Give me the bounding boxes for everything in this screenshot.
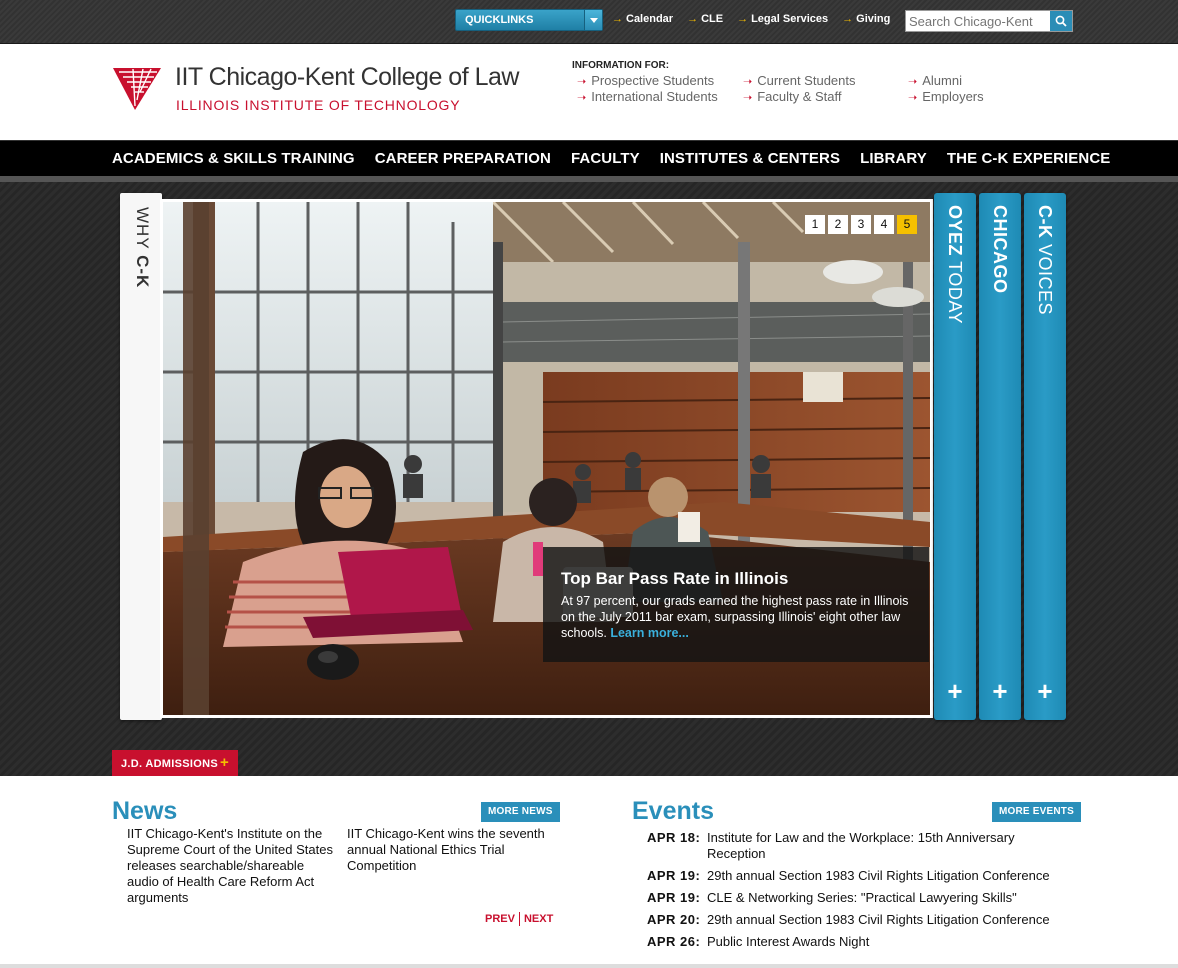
audience-link-employers[interactable]: ➝ Employers: [908, 89, 984, 104]
news-pagination: PREV NEXT: [485, 912, 553, 926]
side-tab-label: TODAY: [945, 256, 965, 325]
slide-page-3[interactable]: 3: [851, 215, 871, 234]
side-tab-label-bold: C-K: [1035, 205, 1055, 239]
side-tab-label-bold: OYEZ: [945, 205, 965, 257]
search-button[interactable]: [1050, 11, 1072, 31]
arrow-right-icon: →: [687, 13, 699, 25]
utility-bar: QUICKLINKS → Calendar → CLE → Legal Service…: [0, 0, 1178, 44]
arrow-right-icon: ➝: [577, 92, 587, 104]
main-navigation: ACADEMICS & SKILLS TRAINING CAREER PREPA…: [0, 140, 1178, 176]
event-item[interactable]: APR 19: CLE & Networking Series: "Practi…: [647, 890, 1067, 906]
audience-link-alumni[interactable]: ➝ Alumni: [908, 73, 962, 88]
news-item[interactable]: IIT Chicago-Kent's Institute on the Supr…: [127, 826, 337, 906]
slide-pager: 1 2 3 4 5: [805, 215, 917, 234]
arrow-right-icon: ➝: [743, 92, 753, 104]
event-date: APR 19:: [647, 868, 701, 883]
why-ck-label: WHY: [133, 207, 152, 256]
jd-admissions-label: J.D. ADMISSIONS: [121, 758, 218, 770]
event-date: APR 26:: [647, 934, 701, 949]
side-tab-chicago[interactable]: CHICAGO +: [979, 193, 1021, 720]
search-box: [905, 10, 1073, 32]
event-title: 29th annual Section 1983 Civil Rights Li…: [707, 868, 1050, 883]
slide-caption: Top Bar Pass Rate in Illinois At 97 perc…: [543, 547, 929, 662]
why-ck-label-bold: C-K: [133, 255, 152, 289]
utility-link-giving[interactable]: → Giving: [842, 13, 890, 25]
divider: [518, 912, 520, 926]
audience-links: ➝ Prospective Students ➝ International Stu…: [577, 73, 1017, 107]
event-date: APR 20:: [647, 912, 701, 927]
events-heading: Events: [632, 797, 714, 825]
arrow-right-icon: ➝: [908, 76, 918, 88]
news-heading: News: [112, 797, 178, 825]
plus-icon[interactable]: +: [1024, 678, 1066, 704]
arrow-right-icon: →: [842, 13, 854, 25]
slide-page-2[interactable]: 2: [828, 215, 848, 234]
events-list: APR 18: Institute for Law and the Workpl…: [647, 830, 1067, 956]
event-item[interactable]: APR 26: Public Interest Awards Night: [647, 934, 1067, 950]
news-prev-link[interactable]: PREV: [485, 913, 515, 925]
slide-page-4[interactable]: 4: [874, 215, 894, 234]
arrow-right-icon: →: [612, 13, 623, 25]
event-item[interactable]: APR 19: 29th annual Section 1983 Civil R…: [647, 868, 1067, 884]
learn-more-link[interactable]: Learn more...: [610, 626, 689, 640]
arrow-right-icon: →: [737, 13, 749, 25]
event-title: 29th annual Section 1983 Civil Rights Li…: [707, 912, 1050, 927]
footer-divider: [0, 964, 1178, 968]
chevron-down-icon[interactable]: [584, 10, 602, 30]
arrow-right-icon: ➝: [577, 76, 587, 88]
search-input[interactable]: [906, 11, 1050, 31]
utility-link-legal-services[interactable]: → Legal Services: [737, 13, 828, 25]
more-events-button[interactable]: MORE EVENTS: [992, 802, 1081, 822]
event-title: Public Interest Awards Night: [707, 934, 870, 949]
plus-icon[interactable]: +: [979, 678, 1021, 704]
event-date: APR 18:: [647, 830, 701, 845]
slide-page-1[interactable]: 1: [805, 215, 825, 234]
audience-link-international-students[interactable]: ➝ International Students: [577, 89, 718, 104]
audience-link-prospective-students[interactable]: ➝ Prospective Students: [577, 73, 714, 88]
caption-body: At 97 percent, our grads earned the high…: [561, 593, 911, 641]
plus-icon: +: [220, 754, 230, 771]
audience-link-faculty-staff[interactable]: ➝ Faculty & Staff: [743, 89, 842, 104]
nav-item-ck-experience[interactable]: THE C-K EXPERIENCE: [947, 150, 1111, 167]
plus-icon[interactable]: +: [934, 678, 976, 704]
why-ck-tab[interactable]: WHY C-K: [120, 193, 169, 720]
nav-item-faculty[interactable]: FACULTY: [571, 150, 640, 167]
nav-item-academics[interactable]: ACADEMICS & SKILLS TRAINING: [112, 150, 355, 167]
event-date: APR 19:: [647, 890, 701, 905]
search-icon: [1055, 15, 1067, 27]
event-title: Institute for Law and the Workplace: 15t…: [707, 830, 1015, 861]
nav-item-career-preparation[interactable]: CAREER PREPARATION: [375, 150, 551, 167]
event-item[interactable]: APR 20: 29th annual Section 1983 Civil R…: [647, 912, 1067, 928]
iit-logo-icon[interactable]: [113, 66, 163, 110]
caption-title: Top Bar Pass Rate in Illinois: [561, 569, 789, 588]
side-tab-label-bold: CHICAGO: [990, 205, 1010, 294]
site-title[interactable]: IIT Chicago-Kent College of Law: [175, 63, 519, 92]
quicklinks-dropdown[interactable]: QUICKLINKS: [455, 9, 603, 31]
news-next-link[interactable]: NEXT: [524, 913, 553, 925]
utility-link-calendar[interactable]: → Calendar: [612, 13, 673, 25]
audience-link-current-students[interactable]: ➝ Current Students: [743, 73, 856, 88]
side-tab-ck-voices[interactable]: C-K VOICES +: [1024, 193, 1066, 720]
jd-admissions-button[interactable]: J.D. ADMISSIONS +: [112, 750, 238, 776]
utility-link-cle[interactable]: → CLE: [687, 13, 723, 25]
event-title: CLE & Networking Series: "Practical Lawy…: [707, 890, 1017, 905]
utility-links: → Calendar → CLE → Legal Services → Giving: [612, 13, 890, 25]
information-for-label: INFORMATION FOR:: [572, 60, 670, 71]
side-tab-label: VOICES: [1035, 238, 1055, 316]
event-item[interactable]: APR 18: Institute for Law and the Workpl…: [647, 830, 1067, 862]
nav-item-institutes-centers[interactable]: INSTITUTES & CENTERS: [660, 150, 840, 167]
site-subtitle[interactable]: ILLINOIS INSTITUTE OF TECHNOLOGY: [176, 97, 460, 113]
site-header: IIT Chicago-Kent College of Law ILLINOIS…: [0, 44, 1178, 140]
slide-page-5[interactable]: 5: [897, 215, 917, 234]
arrow-right-icon: ➝: [908, 92, 918, 104]
news-item[interactable]: IIT Chicago-Kent wins the seventh annual…: [347, 826, 552, 874]
side-tab-oyez-today[interactable]: OYEZ TODAY +: [934, 193, 976, 720]
arrow-right-icon: ➝: [743, 76, 753, 88]
quicklinks-label: QUICKLINKS: [465, 14, 534, 26]
nav-item-library[interactable]: LIBRARY: [860, 150, 927, 167]
more-news-button[interactable]: MORE NEWS: [481, 802, 560, 822]
